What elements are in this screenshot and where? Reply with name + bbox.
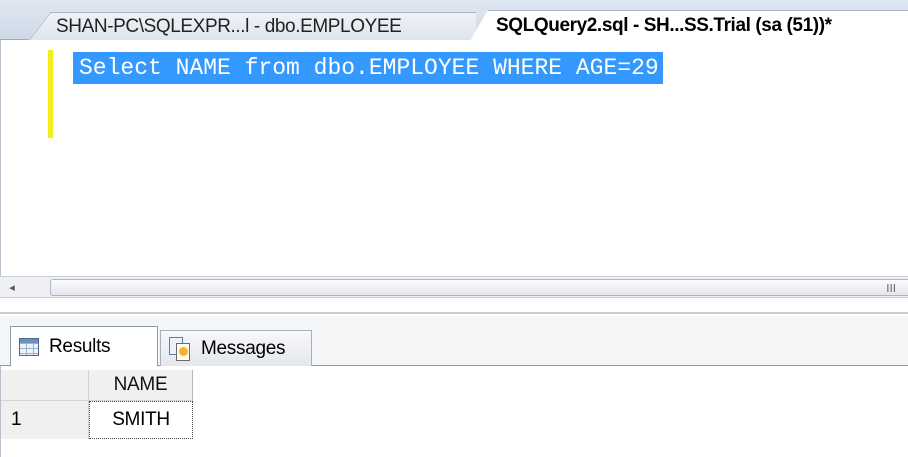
tab-sqlquery2-label: SQLQuery2.sql - SH...SS.Trial (sa (51))* bbox=[496, 15, 832, 36]
results-grid-icon bbox=[19, 337, 39, 356]
tab-sqlquery2[interactable]: SQLQuery2.sql - SH...SS.Trial (sa (51))* bbox=[470, 10, 908, 41]
results-pane-tabs: Results Messages bbox=[0, 316, 908, 367]
tab-employee-table[interactable]: SHAN-PC\SQLEXPR...l - dbo.EMPLOYEE bbox=[28, 12, 476, 40]
selected-query-text[interactable]: Select NAME from dbo.EMPLOYEE WHERE AGE=… bbox=[73, 52, 663, 84]
tab-results-label: Results bbox=[49, 335, 111, 357]
row-header[interactable]: 1 bbox=[1, 401, 89, 439]
scroll-left-arrow-icon[interactable]: ◂ bbox=[4, 280, 20, 296]
grid-cell[interactable]: SMITH bbox=[89, 401, 193, 439]
grid-corner-header[interactable] bbox=[1, 370, 89, 401]
pane-splitter[interactable] bbox=[0, 312, 908, 314]
change-tracking-marker bbox=[48, 50, 53, 138]
messages-icon bbox=[169, 336, 191, 361]
editor-horizontal-scrollbar[interactable]: ◂ III bbox=[0, 276, 908, 298]
scrollbar-grip-icon: III bbox=[886, 282, 896, 295]
tab-messages-label: Messages bbox=[201, 337, 286, 359]
scrollbar-thumb[interactable]: III bbox=[50, 279, 908, 296]
column-header-name[interactable]: NAME bbox=[89, 370, 193, 401]
tab-messages[interactable]: Messages bbox=[160, 330, 312, 366]
query-editor[interactable]: Select NAME from dbo.EMPLOYEE WHERE AGE=… bbox=[0, 40, 908, 280]
tab-employee-table-label: SHAN-PC\SQLEXPR...l - dbo.EMPLOYEE bbox=[56, 15, 402, 37]
document-tab-strip: SHAN-PC\SQLEXPR...l - dbo.EMPLOYEE SQLQu… bbox=[0, 0, 908, 41]
tab-results[interactable]: Results bbox=[10, 326, 158, 367]
results-grid: NAME 1 SMITH bbox=[0, 366, 908, 457]
